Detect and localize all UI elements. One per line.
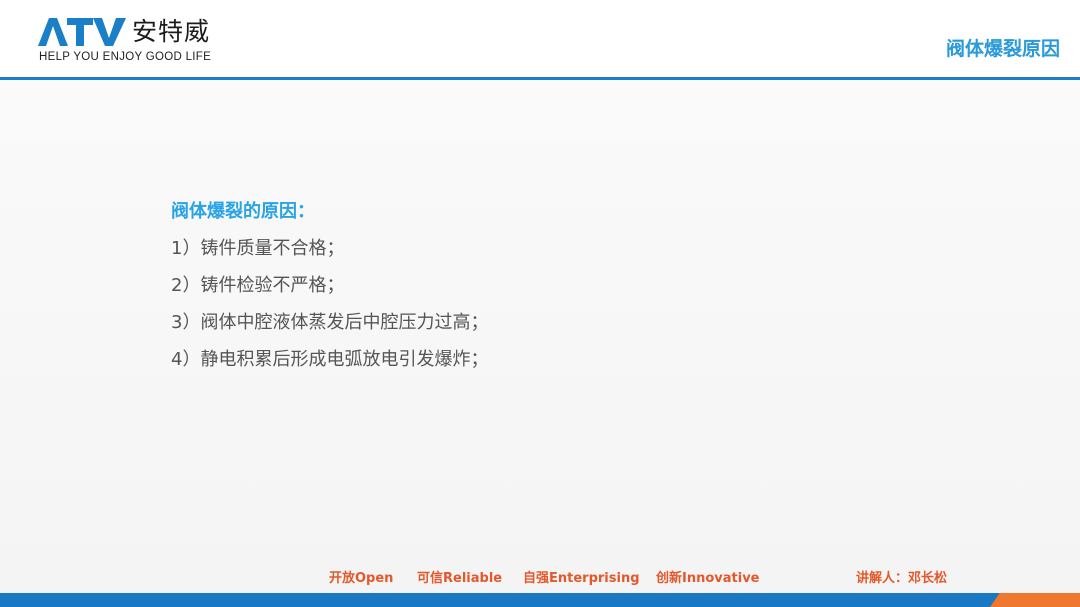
footer-accent-stripe — [990, 593, 1080, 607]
company-values: 开放Open 可信Reliable 自强Enterprising 创新Innov… — [0, 567, 1080, 587]
company-logo: 安特威 HELP YOU ENJOY GOOD LIFE — [38, 14, 238, 66]
value-enterprising: 自强Enterprising — [523, 571, 640, 586]
speaker-label: 讲解人：邓长松 — [856, 571, 948, 586]
list-item: 1）铸件质量不合格； — [171, 238, 345, 259]
value-reliable: 可信Reliable — [417, 571, 503, 586]
value-open: 开放Open — [329, 571, 394, 586]
list-item: 3）阀体中腔液体蒸发后中腔压力过高； — [171, 312, 489, 333]
logo-chinese-name: 安特威 — [132, 17, 211, 46]
logo-tagline: HELP YOU ENJOY GOOD LIFE — [39, 51, 212, 63]
list-item: 4）静电积累后形成电弧放电引发爆炸； — [171, 349, 489, 370]
header-divider — [0, 77, 1080, 80]
slide: 安特威 HELP YOU ENJOY GOOD LIFE 阀体爆裂原因 阀体爆裂… — [0, 0, 1080, 607]
page-title: 阀体爆裂原因 — [945, 38, 1060, 60]
list-item: 2）铸件检验不严格； — [171, 275, 345, 296]
atv-logo-mark — [38, 18, 126, 46]
content-block: 阀体爆裂的原因： 1）铸件质量不合格； 2）铸件检验不严格； 3）阀体中腔液体蒸… — [171, 199, 931, 383]
slide-header: 安特威 HELP YOU ENJOY GOOD LIFE 阀体爆裂原因 — [0, 0, 1080, 78]
content-heading: 阀体爆裂的原因： — [171, 201, 315, 222]
value-innovative: 创新Innovative — [656, 571, 760, 586]
footer-bar — [0, 593, 1080, 607]
